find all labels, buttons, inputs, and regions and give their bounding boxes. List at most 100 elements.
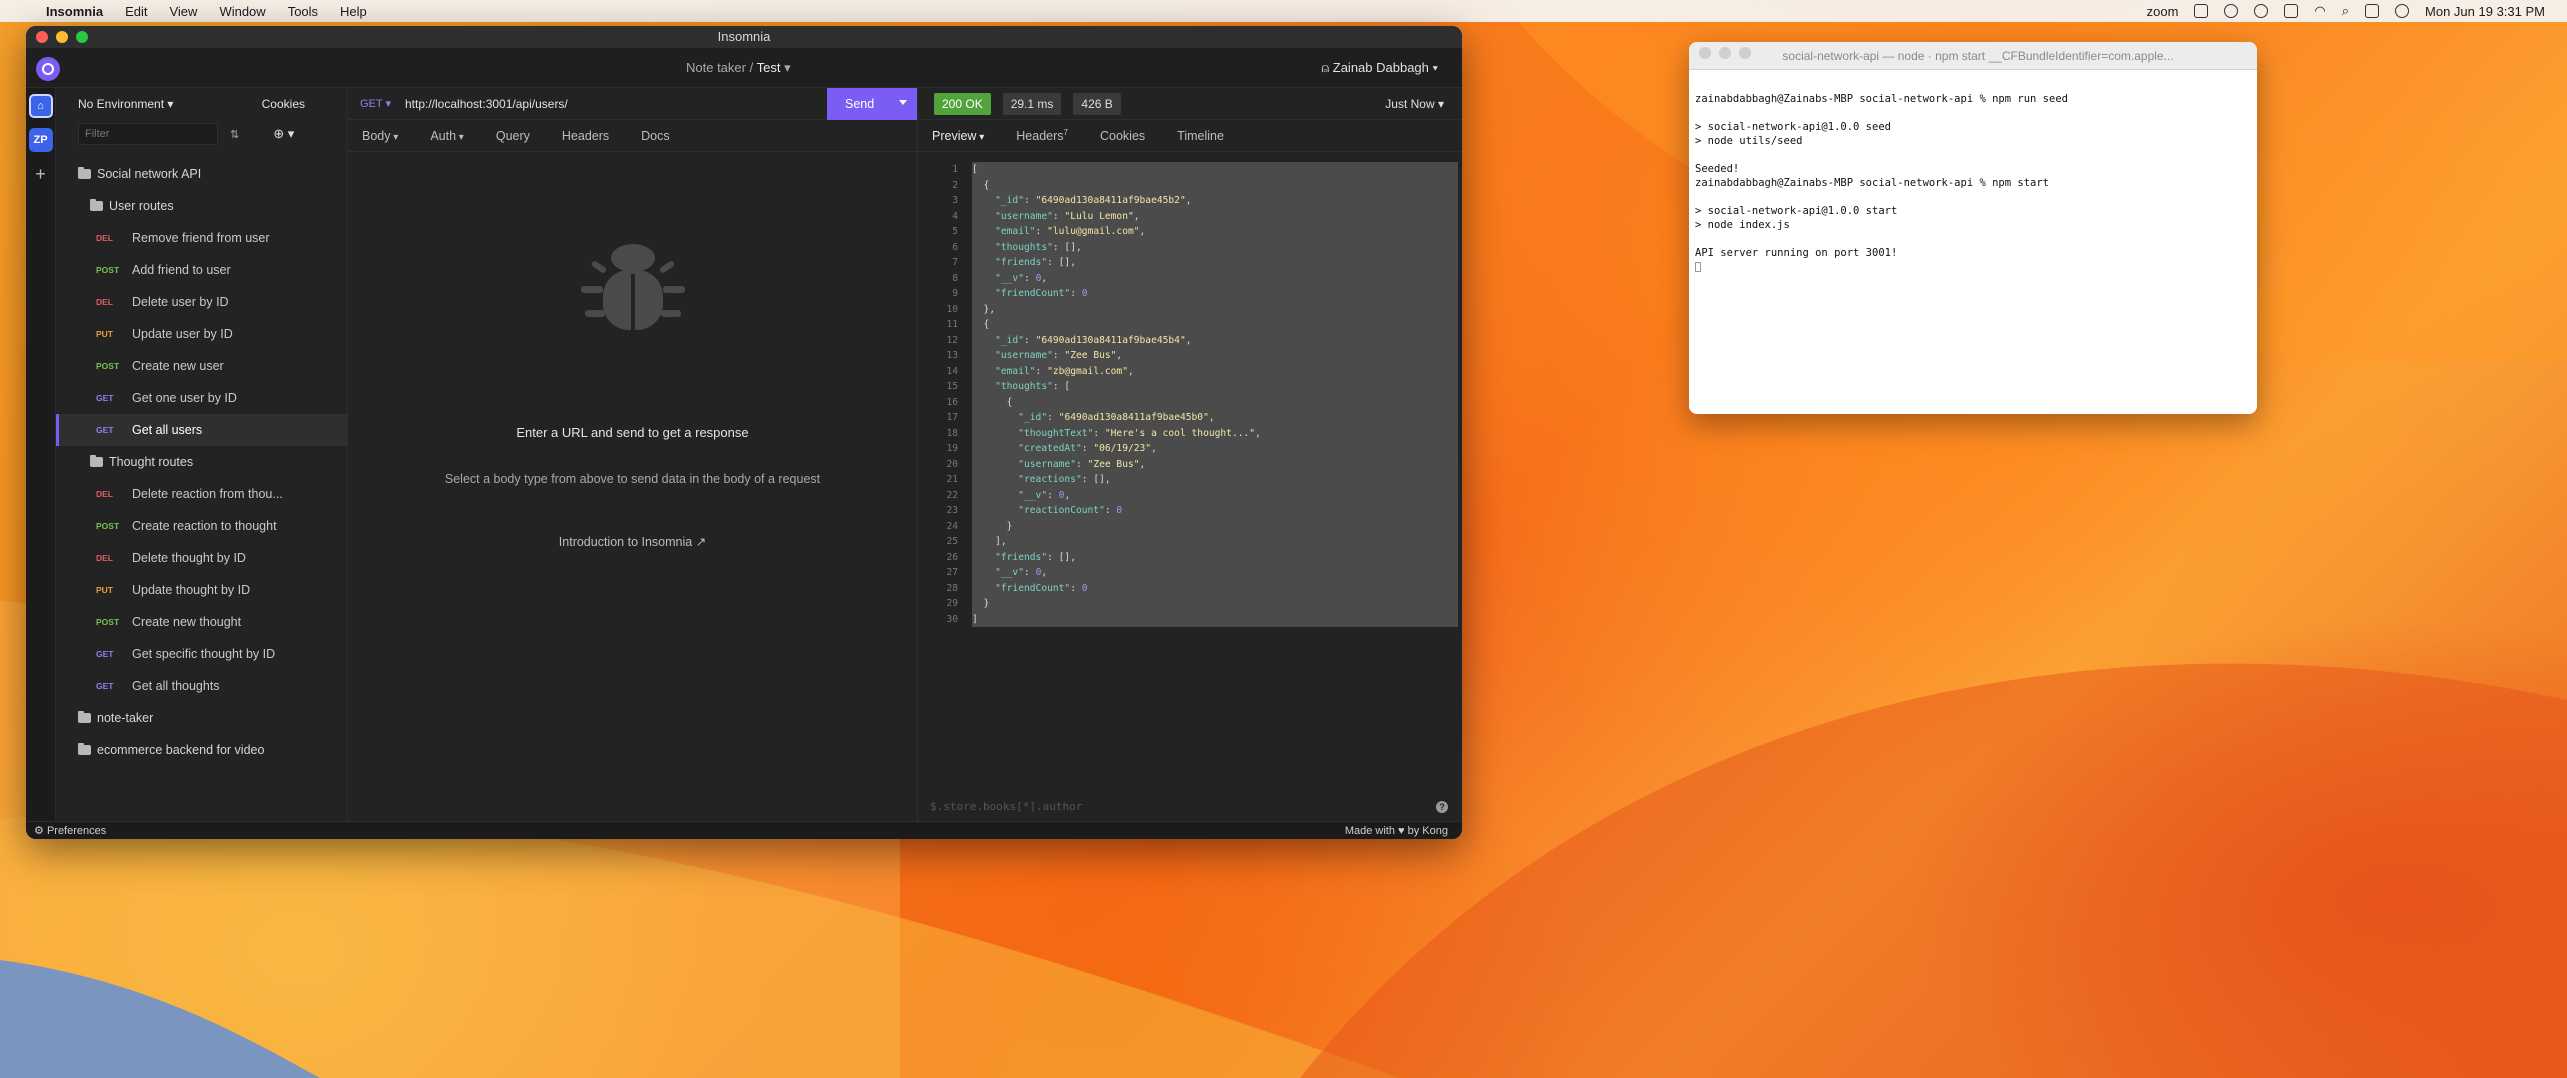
send-button[interactable]: Send	[827, 88, 917, 120]
menu-edit[interactable]: Edit	[125, 4, 147, 19]
menu-tools[interactable]: Tools	[288, 4, 318, 19]
sort-icon[interactable]: ⇅	[230, 128, 239, 141]
cookies-button[interactable]: Cookies	[262, 97, 305, 111]
account-icon[interactable]	[2254, 4, 2269, 18]
request-item[interactable]: DEL Remove friend from user	[56, 222, 347, 254]
json-line: }	[972, 598, 990, 609]
home-icon[interactable]: ⌂	[28, 94, 53, 118]
line-number: 7	[952, 257, 958, 268]
spotlight-icon[interactable]: ⌕	[2342, 3, 2349, 19]
request-item[interactable]: PUT Update thought by ID	[56, 574, 347, 606]
request-item[interactable]: DEL Delete user by ID	[56, 286, 347, 318]
tab-docs[interactable]: Docs	[641, 129, 669, 143]
zoom-window-button[interactable]	[76, 31, 88, 43]
request-item-active[interactable]: GET Get all users	[56, 414, 347, 446]
account-menu[interactable]: ⍝ Zainab Dabbagh ▾	[1321, 60, 1438, 76]
close-window-button[interactable]	[36, 31, 48, 43]
json-line: {	[972, 396, 1013, 408]
request-item[interactable]: GET Get all thoughts	[56, 670, 347, 702]
tab-body[interactable]: Body	[362, 129, 398, 143]
breadcrumb-document[interactable]: Test	[757, 60, 781, 75]
tab-preview[interactable]: Preview	[932, 129, 984, 143]
zoom-window-button[interactable]	[1739, 47, 1751, 59]
terminal-output[interactable]: zainabdabbagh@Zainabs-MBP social-network…	[1689, 70, 2257, 282]
request-item[interactable]: DEL Delete reaction from thou...	[56, 478, 347, 510]
breadcrumb-project[interactable]: Note taker /	[686, 60, 753, 75]
breadcrumb[interactable]: Note taker / Test ▾	[686, 60, 791, 76]
request-item[interactable]: POST Create new thought	[56, 606, 347, 638]
insomnia-titlebar: Insomnia	[26, 26, 1462, 48]
line-number: 4	[952, 210, 958, 222]
control-center-icon[interactable]	[2365, 4, 2380, 18]
folder-user-routes[interactable]: User routes	[56, 190, 347, 222]
tab-query[interactable]: Query	[496, 129, 530, 143]
sidebar-filter-input[interactable]: Filter	[78, 123, 218, 145]
tab-response-cookies[interactable]: Cookies	[1100, 129, 1145, 143]
line-number: 20	[946, 458, 958, 470]
folder-open-icon	[78, 167, 91, 179]
close-window-button[interactable]	[1699, 47, 1711, 59]
wifi-icon[interactable]: ◠	[2314, 3, 2325, 19]
folder-ecommerce[interactable]: ecommerce backend for video	[56, 734, 347, 766]
request-item[interactable]: GET Get specific thought by ID	[56, 638, 347, 670]
tab-headers[interactable]: Headers	[562, 129, 609, 143]
chevron-down-icon: ▾	[1432, 60, 1438, 75]
collection-folder[interactable]: Social network API	[56, 158, 347, 190]
siri-icon[interactable]	[2395, 4, 2410, 18]
url-input[interactable]: http://localhost:3001/api/users/	[405, 97, 568, 111]
request-item[interactable]: POST Create reaction to thought	[56, 510, 347, 542]
made-with-kong[interactable]: Made with ♥ by Kong	[1345, 825, 1448, 837]
zoom-status-item[interactable]: zoom	[2147, 4, 2179, 19]
menu-datetime[interactable]: Mon Jun 19 3:31 PM	[2425, 4, 2545, 19]
json-line: "friends": [],	[995, 551, 1076, 563]
json-line: "thoughts": [	[995, 381, 1071, 392]
add-request-icon[interactable]: ⊕ ▾	[273, 126, 294, 142]
battery-icon[interactable]	[2284, 4, 2299, 18]
workspace-avatar[interactable]: ZP	[28, 128, 53, 152]
chevron-down-icon[interactable]	[899, 100, 907, 105]
mac-menu-bar: Insomnia Edit View Window Tools Help zoo…	[0, 0, 2567, 22]
menu-app-name[interactable]: Insomnia	[46, 4, 103, 19]
add-workspace-icon[interactable]: +	[29, 162, 53, 186]
help-icon[interactable]: ?	[1436, 801, 1448, 813]
folder-note-taker[interactable]: note-taker	[56, 702, 347, 734]
menu-view[interactable]: View	[169, 4, 197, 19]
chevron-down-icon: ▾	[784, 60, 791, 75]
line-number: 15	[946, 381, 958, 392]
method-selector[interactable]: GET ▾	[360, 97, 391, 110]
environment-selector[interactable]: No Environment ▾	[78, 97, 173, 111]
menu-help[interactable]: Help	[340, 4, 367, 19]
line-number: 3	[952, 195, 958, 206]
intro-link[interactable]: Introduction to Insomnia ↗	[348, 534, 917, 549]
response-filter-input[interactable]: $.store.books[*].author	[930, 800, 1082, 813]
folder-thought-routes[interactable]: Thought routes	[56, 446, 347, 478]
preferences-button[interactable]: ⚙ Preferences	[34, 824, 106, 837]
history-dropdown[interactable]: Just Now ▾	[1385, 97, 1444, 111]
response-body[interactable]: 1 2 3 4 5 6 7 8 9 10 11 12 13 14 15 16 17 18 19 20 21 22 23 24 2…	[918, 162, 1462, 627]
input-source-icon[interactable]	[2194, 4, 2209, 18]
menu-window[interactable]: Window	[219, 4, 265, 19]
minimize-window-button[interactable]	[1719, 47, 1731, 59]
request-item[interactable]: POST Add friend to user	[56, 254, 347, 286]
insomnia-logo-icon[interactable]	[36, 57, 60, 81]
minimize-window-button[interactable]	[56, 31, 68, 43]
request-item[interactable]: PUT Update user by ID	[56, 318, 347, 350]
json-preview: [ { "_id": "6490ad130a8411af9bae45b2", "…	[972, 162, 1458, 627]
tab-auth[interactable]: Auth	[430, 129, 464, 143]
json-line: },	[972, 303, 996, 315]
request-item[interactable]: DEL Delete thought by ID	[56, 542, 347, 574]
line-number: 10	[946, 303, 958, 315]
line-number: 1	[952, 164, 958, 175]
tab-timeline[interactable]: Timeline	[1177, 129, 1224, 143]
request-pane: GET ▾ http://localhost:3001/api/users/ S…	[348, 88, 918, 821]
request-item[interactable]: GET Get one user by ID	[56, 382, 347, 414]
json-line: "username": "Zee Bus",	[1018, 458, 1146, 470]
request-item[interactable]: POST Create new user	[56, 350, 347, 382]
insomnia-window: Insomnia Note taker / Test ▾ ⍝ Zainab Da…	[26, 26, 1462, 839]
tab-response-headers[interactable]: Headers7	[1016, 128, 1068, 143]
line-number: 29	[946, 598, 958, 609]
empty-title: Enter a URL and send to get a response	[516, 425, 749, 440]
json-line: "reactionCount": 0	[1018, 505, 1123, 516]
play-icon[interactable]	[2224, 4, 2239, 18]
